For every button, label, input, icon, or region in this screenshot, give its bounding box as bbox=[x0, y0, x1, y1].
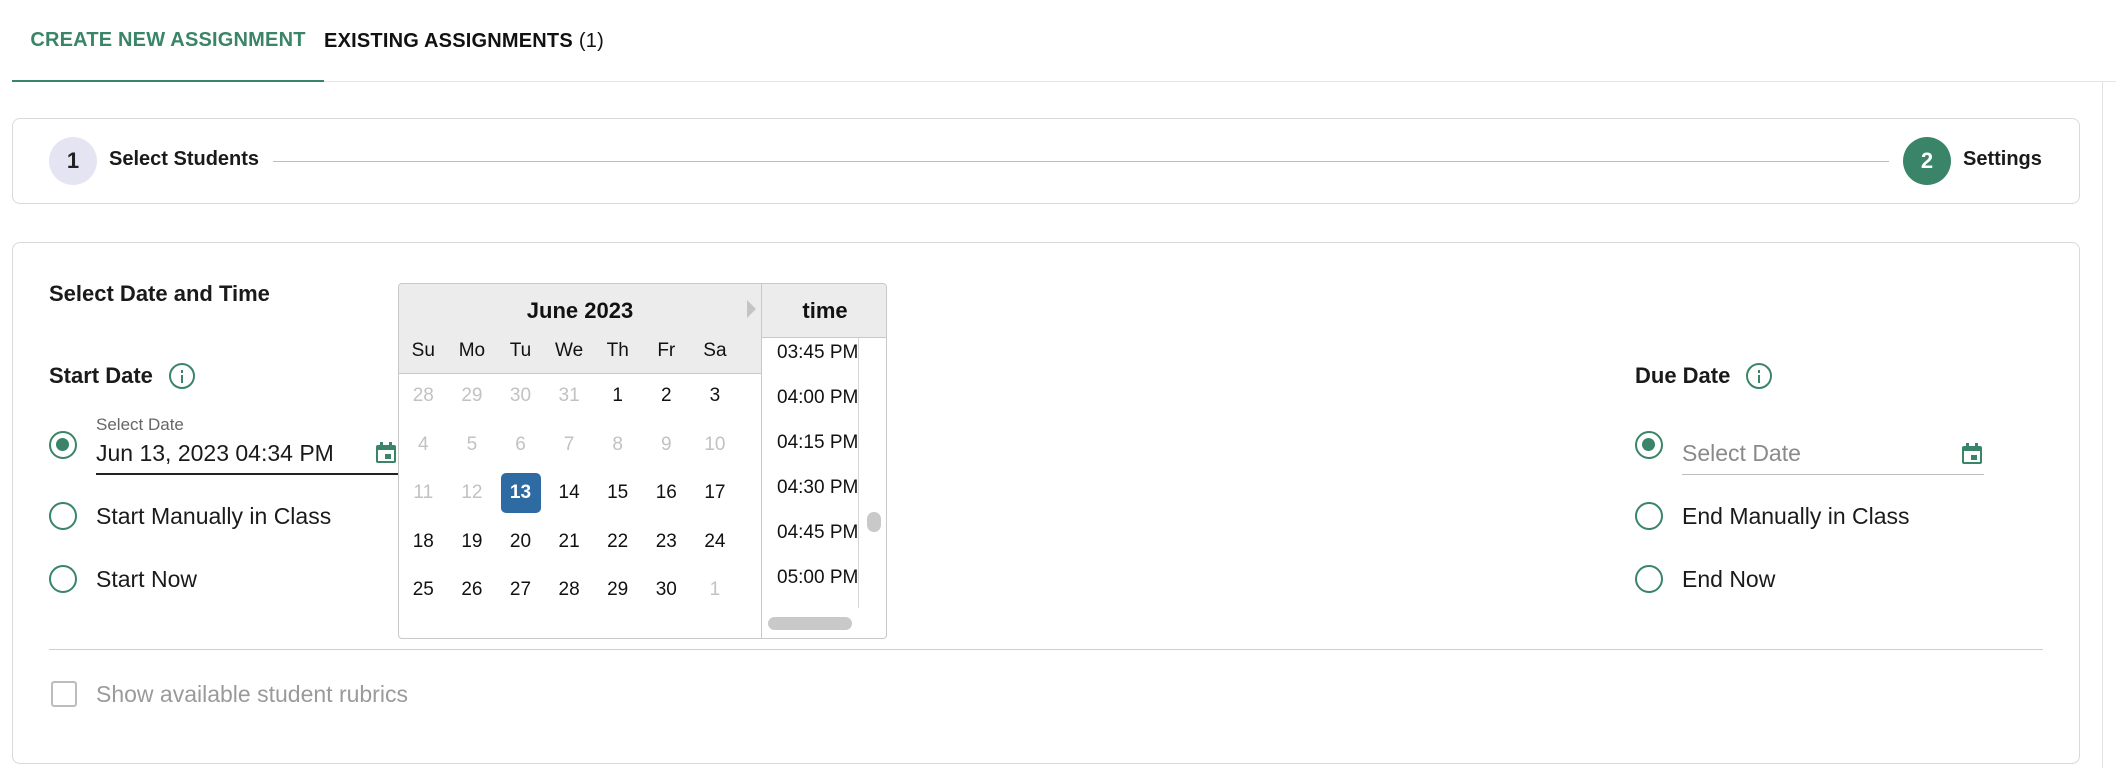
weekday-label: We bbox=[555, 340, 584, 361]
due-date-input[interactable]: Select Date bbox=[1682, 433, 1984, 475]
calendar-day[interactable]: 20 bbox=[501, 522, 541, 562]
rubrics-checkbox[interactable] bbox=[51, 681, 77, 707]
end-now-label[interactable]: End Now bbox=[1682, 566, 1775, 593]
start-date-title-text: Start Date bbox=[49, 363, 153, 388]
start-date-input[interactable]: Jun 13, 2023 04:34 PM bbox=[96, 433, 398, 475]
calendar-day[interactable]: 29 bbox=[598, 570, 638, 610]
section-divider bbox=[49, 649, 2043, 650]
tab-existing-label: EXISTING ASSIGNMENTS bbox=[324, 29, 573, 52]
step1-label[interactable]: Select Students bbox=[109, 148, 259, 171]
calendar-day: 31 bbox=[558, 385, 580, 406]
due-date-title-text: Due Date bbox=[1635, 363, 1731, 388]
calendar-day: 10 bbox=[704, 433, 726, 455]
calendar-day[interactable]: 25 bbox=[403, 570, 443, 610]
next-month-icon[interactable] bbox=[747, 300, 756, 318]
calendar-day[interactable]: 22 bbox=[598, 522, 638, 562]
end-now-radio[interactable] bbox=[1635, 565, 1663, 593]
start-date-radio[interactable] bbox=[49, 431, 77, 459]
calendar-day[interactable]: 17 bbox=[695, 473, 735, 513]
calendar-day[interactable]: 19 bbox=[452, 522, 492, 562]
calendar-day: 1 bbox=[709, 579, 721, 600]
calendar-day[interactable]: 14 bbox=[549, 473, 589, 513]
stepper: 1 Select Students 2 Settings bbox=[12, 118, 2080, 204]
weekday-label: Mo bbox=[458, 340, 486, 361]
time-scrollbar-thumb[interactable] bbox=[867, 512, 881, 532]
time-option[interactable]: 04:00 PM bbox=[777, 387, 858, 409]
tab-create-new-assignment[interactable]: CREATE NEW ASSIGNMENT bbox=[12, 0, 324, 82]
weekday-label: Tu bbox=[509, 340, 532, 361]
page-scrollbar[interactable] bbox=[2102, 82, 2118, 768]
calendar-day[interactable]: 30 bbox=[646, 570, 686, 610]
calendar-day[interactable]: 26 bbox=[452, 570, 492, 610]
calendar-day-selected[interactable]: 13 bbox=[500, 473, 541, 513]
due-date-info-icon[interactable] bbox=[1746, 363, 1773, 389]
calendar-day: 29 bbox=[461, 385, 483, 406]
calendar-day: 4 bbox=[418, 433, 429, 455]
due-date-title: Due Date bbox=[1635, 363, 1773, 389]
time-option[interactable]: 04:30 PM bbox=[777, 477, 858, 499]
calendar-day[interactable]: 16 bbox=[646, 473, 686, 513]
tab-create-label: CREATE NEW ASSIGNMENT bbox=[30, 28, 306, 51]
assignment-tabs: CREATE NEW ASSIGNMENT EXISTING ASSIGNMEN… bbox=[12, 0, 2116, 82]
due-date-placeholder: Select Date bbox=[1682, 440, 1801, 466]
calendar-day[interactable]: 27 bbox=[501, 570, 541, 610]
time-option[interactable]: 04:15 PM bbox=[777, 432, 858, 454]
start-manually-label[interactable]: Start Manually in Class bbox=[96, 503, 331, 530]
month-title: June 2023 bbox=[526, 298, 634, 323]
calendar-day: 30 bbox=[509, 385, 532, 406]
start-manually-radio[interactable] bbox=[49, 502, 77, 530]
start-now-label[interactable]: Start Now bbox=[96, 566, 197, 593]
calendar-day[interactable]: 23 bbox=[646, 522, 686, 562]
tab-existing-assignments[interactable]: EXISTING ASSIGNMENTS (1) bbox=[324, 0, 604, 82]
step2-label[interactable]: Settings bbox=[1963, 148, 2042, 171]
calendar-header: June 2023 Su Mo Tu We Th Fr Sa bbox=[399, 284, 761, 374]
settings-card: Select Date and Time Start Date Select D… bbox=[12, 242, 2080, 764]
calendar-day: 7 bbox=[563, 433, 575, 455]
calendar-day[interactable]: 21 bbox=[549, 522, 589, 562]
due-date-radio[interactable] bbox=[1635, 431, 1663, 459]
calendar-day: 6 bbox=[515, 433, 526, 455]
calendar-day: 5 bbox=[466, 433, 478, 455]
start-date-field-caption: Select Date bbox=[96, 415, 184, 434]
calendar-day: 8 bbox=[612, 433, 623, 455]
section-title: Select Date and Time bbox=[49, 281, 270, 306]
step1-circle[interactable]: 1 bbox=[49, 137, 97, 185]
start-date-info-icon[interactable] bbox=[168, 363, 195, 389]
calendar-day[interactable]: 1 bbox=[598, 376, 638, 416]
rubrics-label[interactable]: Show available student rubrics bbox=[96, 681, 408, 708]
weekday-label: Sa bbox=[703, 340, 727, 361]
calendar-day[interactable]: 2 bbox=[646, 376, 686, 416]
time-option[interactable]: 05:00 PM bbox=[777, 567, 858, 589]
calendar-icon[interactable] bbox=[1960, 442, 1984, 466]
time-header: time bbox=[762, 284, 886, 338]
end-manually-label[interactable]: End Manually in Class bbox=[1682, 503, 1910, 530]
time-option[interactable]: 03:45 PM bbox=[777, 342, 858, 364]
end-manually-radio[interactable] bbox=[1635, 502, 1663, 530]
calendar-day: 9 bbox=[661, 433, 672, 455]
step2-circle[interactable]: 2 bbox=[1903, 137, 1951, 185]
datepicker-popup: June 2023 Su Mo Tu We Th Fr Sa 28 29 30 31 1 2 3 4 5 6 7… bbox=[398, 283, 887, 639]
start-date-value: Jun 13, 2023 04:34 PM bbox=[96, 439, 334, 466]
stepper-connector bbox=[273, 161, 1889, 162]
time-list[interactable]: 03:45 PM 04:00 PM 04:15 PM 04:30 PM 04:45 PM… bbox=[762, 338, 859, 608]
start-now-radio[interactable] bbox=[49, 565, 77, 593]
calendar-day[interactable]: 3 bbox=[695, 376, 735, 416]
time-column: time 03:45 PM 04:00 PM 04:15 PM 04:30 PM 04:… bbox=[761, 284, 886, 638]
weekday-label: Fr bbox=[657, 340, 676, 361]
calendar-day[interactable]: 18 bbox=[403, 522, 443, 562]
start-date-title: Start Date bbox=[49, 363, 195, 389]
calendar-day[interactable]: 15 bbox=[598, 473, 638, 513]
weekday-label: Su bbox=[411, 340, 435, 361]
weekday-label: Th bbox=[606, 340, 629, 361]
calendar-day[interactable]: 24 bbox=[695, 522, 735, 562]
calendar-day[interactable]: 28 bbox=[549, 570, 589, 610]
calendar-day: 11 bbox=[413, 482, 434, 503]
existing-count: (1) bbox=[578, 29, 604, 52]
calendar-day: 28 bbox=[412, 385, 434, 406]
calendar-icon[interactable] bbox=[374, 441, 398, 465]
time-option[interactable]: 04:45 PM bbox=[777, 522, 858, 544]
calendar-day: 12 bbox=[461, 482, 483, 503]
time-horizontal-scrollbar-thumb[interactable] bbox=[768, 617, 852, 630]
